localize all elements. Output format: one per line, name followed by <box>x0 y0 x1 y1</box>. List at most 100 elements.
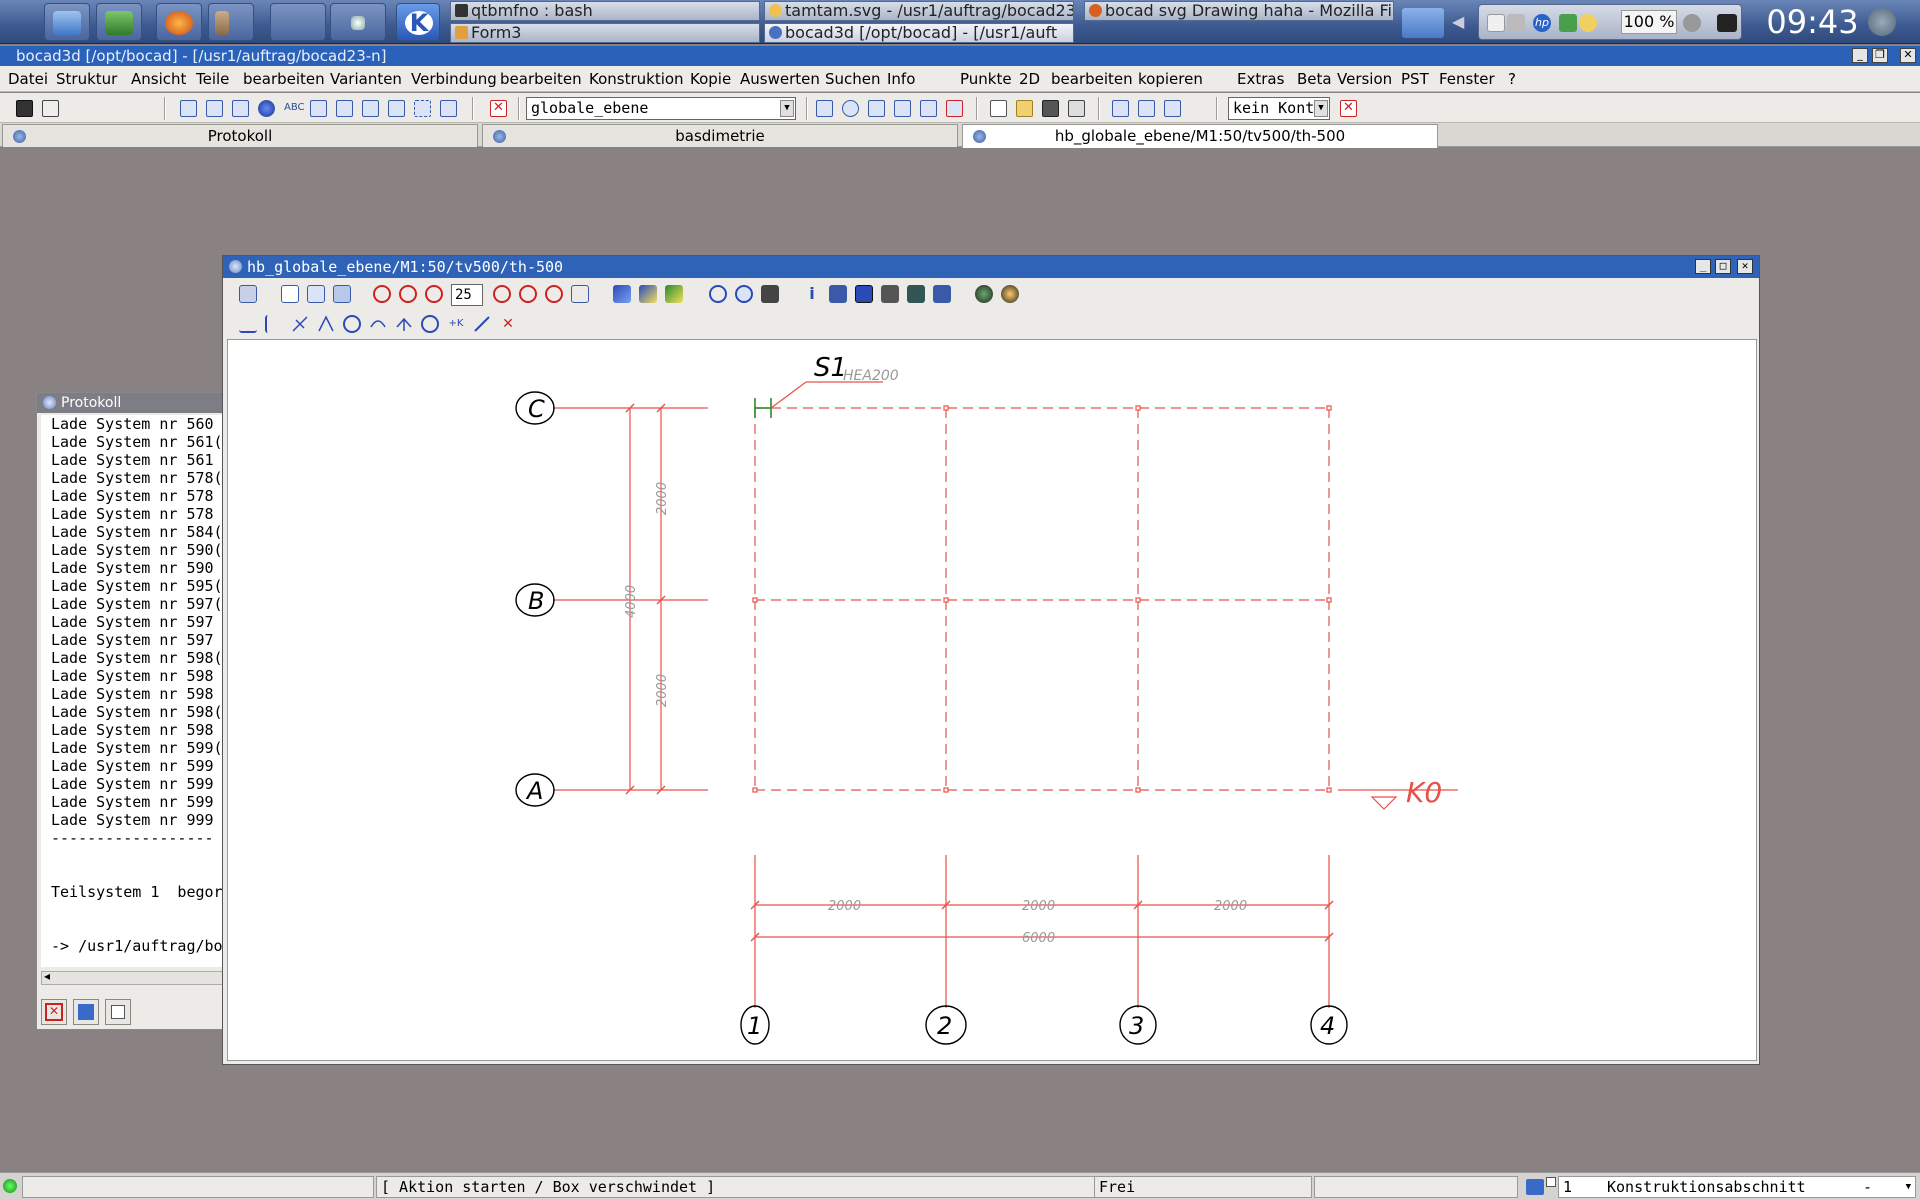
copy-log-button[interactable] <box>105 999 131 1025</box>
drawing-canvas[interactable]: S1 HEA200 C B A 1 2 3 4 K0 2000 2000 200… <box>227 339 1757 1061</box>
menu-kopie[interactable]: Kopie <box>690 69 731 89</box>
rotate-left-icon[interactable] <box>373 285 391 303</box>
dimension-radius-icon[interactable] <box>343 315 361 333</box>
print-view-icon[interactable] <box>881 285 899 303</box>
layer-combo[interactable]: globale_ebene ▼ <box>526 97 796 120</box>
plot-icon[interactable] <box>907 285 925 303</box>
protokoll-titlebar[interactable]: Protokoll <box>37 393 225 413</box>
column-s1[interactable] <box>754 398 772 418</box>
chevron-down-icon[interactable]: ▼ <box>780 100 794 117</box>
beam-icon[interactable] <box>206 100 223 117</box>
menu-bearbeiten[interactable]: bearbeiten <box>243 69 325 89</box>
connect-icon[interactable] <box>388 100 405 117</box>
home-folder-button[interactable] <box>44 3 90 41</box>
menu-extras[interactable]: Extras <box>1237 69 1284 89</box>
menu-help[interactable]: ? <box>1508 69 1516 89</box>
rotation-step-input[interactable]: 25 <box>451 284 483 306</box>
redo-icon[interactable] <box>1164 100 1181 117</box>
network-status-icon[interactable] <box>1526 1179 1544 1195</box>
binoculars-icon[interactable] <box>1042 100 1059 117</box>
export-icon[interactable] <box>933 285 951 303</box>
save-view-icon[interactable] <box>855 285 873 303</box>
menu-kopieren[interactable]: kopieren <box>1138 69 1203 89</box>
smiley-icon[interactable] <box>1579 14 1597 32</box>
crop-icon[interactable] <box>180 100 197 117</box>
select-box-icon[interactable] <box>414 100 431 117</box>
menu-teile[interactable]: Teile <box>196 69 229 89</box>
chevron-down-icon[interactable]: ▼ <box>1314 100 1328 117</box>
folder-icon[interactable] <box>1402 8 1444 38</box>
select-arrow-icon[interactable] <box>1138 100 1155 117</box>
dimension-angle-icon[interactable] <box>317 315 335 333</box>
link-icon[interactable] <box>816 100 833 117</box>
rotate-down-icon[interactable] <box>519 285 537 303</box>
kde-menu-button[interactable]: K <box>396 3 440 41</box>
abc-icon[interactable]: ABC <box>284 100 305 117</box>
konsole-icon[interactable] <box>1717 14 1737 32</box>
volume-level[interactable]: 100 % <box>1621 10 1677 34</box>
chevron-down-icon[interactable]: ▼ <box>1906 1177 1911 1197</box>
minimize-button[interactable]: _ <box>1852 48 1868 63</box>
save-icon[interactable] <box>16 100 33 117</box>
chain-icon[interactable] <box>868 100 885 117</box>
clear-log-button[interactable]: ✕ <box>41 999 67 1025</box>
cancel-icon[interactable]: ✕ <box>1340 100 1357 117</box>
protokoll-hscrollbar[interactable]: ◂ <box>41 969 227 985</box>
dimension-center-icon[interactable] <box>421 315 439 333</box>
pen-blue-icon[interactable] <box>613 285 631 303</box>
delete-link-icon[interactable] <box>946 100 963 117</box>
magic-wand-icon[interactable] <box>440 100 457 117</box>
zoom-icon[interactable] <box>709 285 727 303</box>
speaker-icon[interactable] <box>1507 14 1525 32</box>
move-icon[interactable] <box>920 100 937 117</box>
dimension-edit-icon[interactable] <box>473 315 491 333</box>
protokoll-log[interactable]: Lade System nr 560 Lade System nr 561(Lad… <box>41 415 227 967</box>
section-combo[interactable]: 1 Konstruktionsabschnitt - ▼ <box>1558 1176 1916 1198</box>
taskbar-item-bocad3d[interactable]: bocad3d [/opt/bocad] - [/usr1/auft <box>764 23 1074 43</box>
tab-protokoll[interactable]: Protokoll <box>2 124 478 147</box>
dimension-vertical-icon[interactable] <box>265 315 283 333</box>
slope-icon[interactable] <box>336 100 353 117</box>
tab-basdimetrie[interactable]: basdimetrie <box>482 124 958 147</box>
menu-punkte[interactable]: Punkte <box>960 69 1012 89</box>
menu-bearbeiten-3[interactable]: bearbeiten <box>1051 69 1133 89</box>
system-settings-button[interactable] <box>96 3 142 41</box>
shade-icon[interactable] <box>1001 285 1019 303</box>
layers-icon[interactable] <box>829 285 847 303</box>
desktop-2-button[interactable] <box>330 3 386 41</box>
rotate-cw-icon[interactable] <box>545 285 563 303</box>
context-combo[interactable]: kein Kont ▼ <box>1228 97 1330 120</box>
pen-yellow-icon[interactable] <box>639 285 657 303</box>
dimension-text-icon[interactable]: +K <box>447 315 465 333</box>
info-icon[interactable] <box>1683 14 1701 32</box>
menu-2d[interactable]: 2D <box>1019 69 1040 89</box>
menu-fenster[interactable]: Fenster <box>1439 69 1495 89</box>
dimension-arc-icon[interactable] <box>369 315 387 333</box>
view-multi-icon[interactable] <box>307 285 325 303</box>
menu-varianten[interactable]: Varianten <box>330 69 402 89</box>
arrows-icon[interactable] <box>894 100 911 117</box>
taskbar-item-firefox[interactable]: bocad svg Drawing haha - Mozilla Fir <box>1084 1 1394 21</box>
taskbar-item-form3[interactable]: Form3 <box>450 23 760 43</box>
menu-beta[interactable]: Beta <box>1297 69 1332 89</box>
restore-button[interactable]: ❐ <box>1872 48 1888 63</box>
network-icon[interactable] <box>1559 14 1577 32</box>
menu-suchen[interactable]: Suchen <box>825 69 881 89</box>
zoom-window-icon[interactable] <box>735 285 753 303</box>
sphere-icon[interactable] <box>258 100 275 117</box>
text-pos-icon[interactable] <box>232 100 249 117</box>
minimize-button[interactable]: _ <box>1695 259 1711 274</box>
menu-konstruktion[interactable]: Konstruktion <box>589 69 684 89</box>
print-icon[interactable] <box>42 100 59 117</box>
cancel-icon[interactable]: ✕ <box>490 100 507 117</box>
desktop-1-button[interactable] <box>270 3 326 41</box>
hp-icon[interactable]: hp <box>1533 14 1551 32</box>
view-front-icon[interactable] <box>281 285 299 303</box>
render-icon[interactable] <box>975 285 993 303</box>
pen-green-icon[interactable] <box>665 285 683 303</box>
clipboard-icon[interactable] <box>1487 14 1505 32</box>
menu-datei[interactable]: Datei <box>8 69 48 89</box>
pan-icon[interactable] <box>761 285 779 303</box>
log-settings-button[interactable] <box>73 999 99 1025</box>
undo-icon[interactable] <box>1112 100 1129 117</box>
